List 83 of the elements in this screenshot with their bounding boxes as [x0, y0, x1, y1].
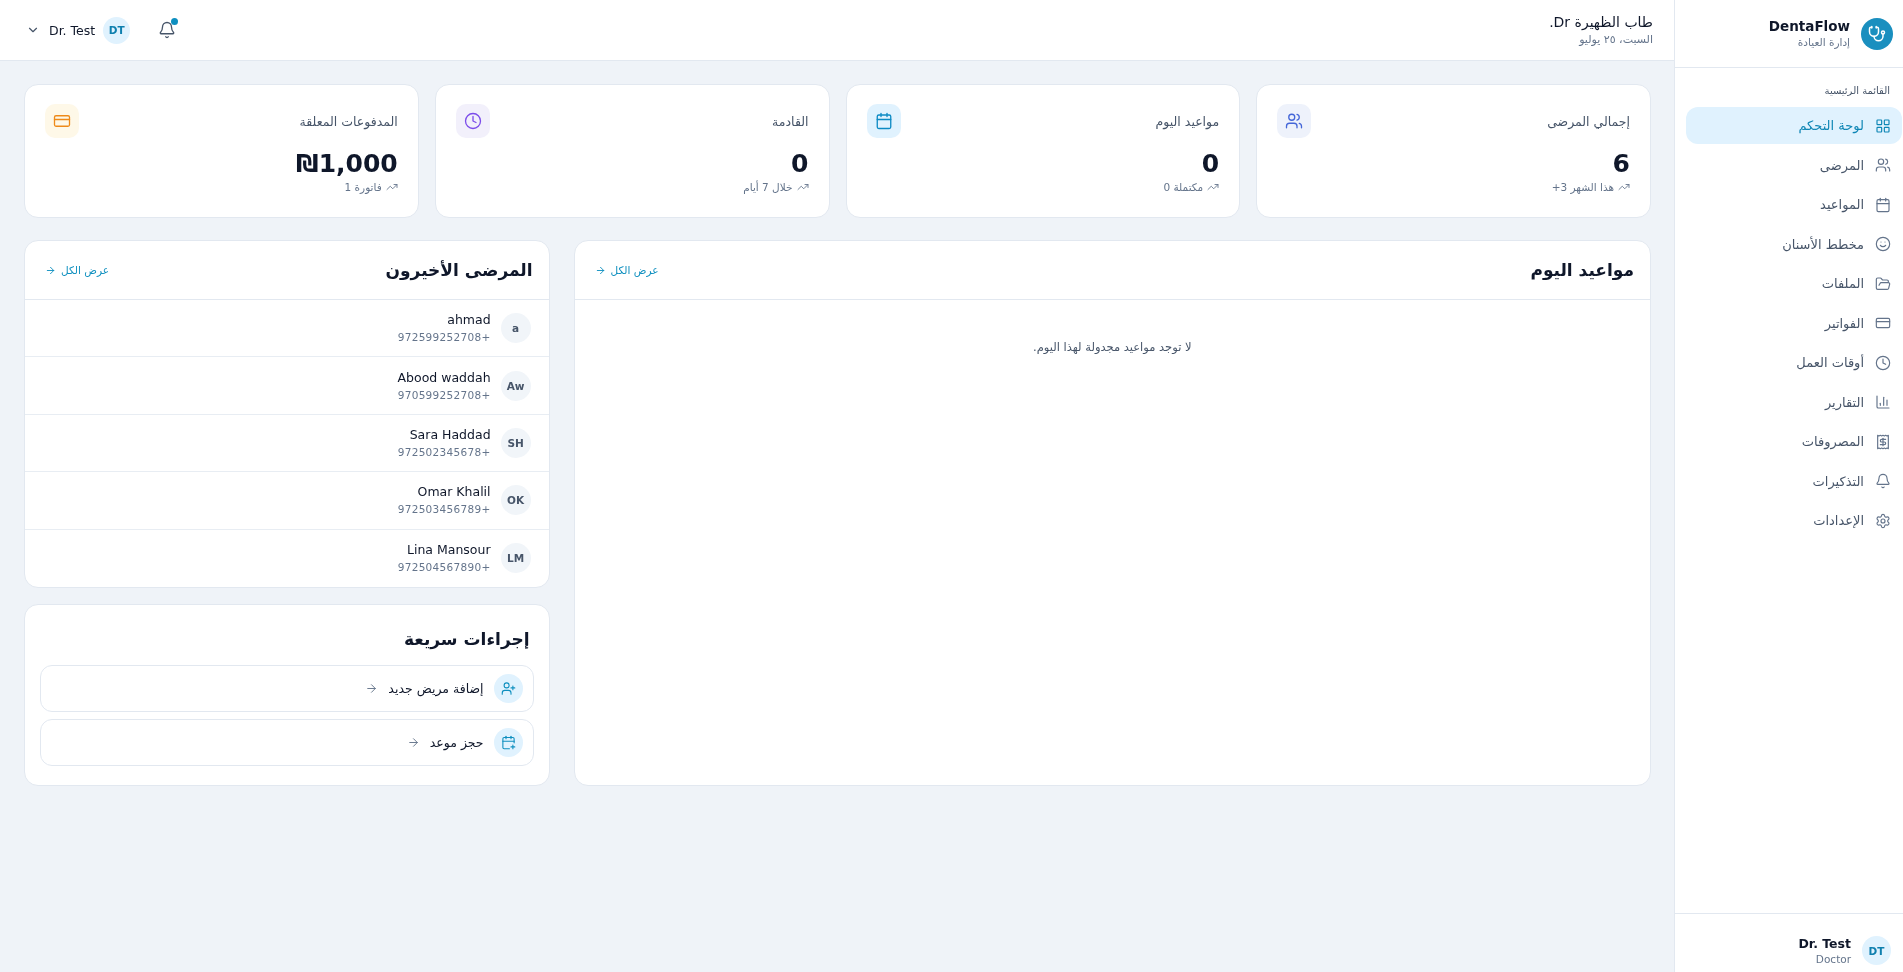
nav-item[interactable]: الفواتير [1686, 304, 1902, 342]
trend-up-icon [1207, 181, 1220, 193]
patient-name: ahmad [447, 312, 491, 329]
stat-value: ₪1,000 [295, 149, 398, 179]
stat-note: +3 هذا الشهر [1551, 181, 1614, 193]
user-plus-icon [493, 673, 523, 703]
bell-icon[interactable] [158, 21, 177, 39]
patient-avatar: Aw [500, 370, 531, 401]
patient-name: Sara Haddad [409, 426, 491, 443]
arrow-right-icon [45, 264, 56, 276]
nav-item[interactable]: التذكيرات [1686, 462, 1902, 500]
view-all-link[interactable]: عرض الكل [594, 264, 659, 276]
grid-icon [1875, 117, 1891, 134]
user-role: Doctor [1815, 952, 1851, 966]
trend-up-icon [796, 181, 809, 193]
bell-icon [1875, 473, 1891, 489]
arrow-right-icon [594, 264, 606, 276]
patient-phone: +970599252708 [397, 387, 491, 402]
greeting-title: طاب الظهيرة Dr. [1549, 13, 1653, 31]
empty-message: لا توجد مواعيد مجدولة لهذا اليوم. [1032, 339, 1193, 354]
nav-item[interactable]: المرضى [1686, 146, 1902, 184]
stat-label: مواعيد اليوم [1155, 113, 1220, 129]
nav-item[interactable]: المصروفات [1686, 423, 1902, 460]
patient-avatar: OK [500, 485, 531, 516]
calendar-icon [866, 104, 901, 138]
patient-avatar: SH [500, 427, 531, 458]
patient-avatar: LM [500, 543, 531, 574]
nav-item[interactable]: التقارير [1686, 383, 1902, 421]
panel-title: المرضى الأخيرون [385, 260, 533, 280]
user-avatar: DT [1862, 936, 1891, 965]
patient-name: Lina Mansour [407, 542, 491, 559]
stat-label: إجمالي المرضى [1547, 113, 1630, 129]
arrow-right-icon [406, 735, 420, 749]
stat-note: 1 فاتورة [344, 181, 382, 193]
user-avatar: DT [103, 16, 131, 44]
stat-value: 6 [1611, 149, 1630, 179]
brand-subtitle: إدارة العيادة [1797, 35, 1850, 49]
stethoscope-logo-icon [1861, 17, 1893, 50]
stat-label: المدفوعات المعلقة [299, 113, 398, 129]
clock-icon [455, 104, 490, 138]
patient-name: Abood waddah [397, 369, 491, 386]
nav-item[interactable]: الملفات [1686, 265, 1902, 302]
stat-note: 0 مكتملة [1163, 181, 1204, 193]
users-icon [1875, 157, 1891, 173]
arrow-right-icon [365, 681, 379, 695]
nav-item[interactable]: المواعيد [1686, 186, 1902, 223]
patient-name: Omar Khalil [417, 484, 491, 501]
card-icon [45, 104, 79, 138]
patient-phone: +972502345678 [397, 444, 491, 459]
trend-up-icon [1618, 181, 1630, 193]
quick-action-button[interactable]: حجز موعد [40, 718, 534, 766]
smile-icon [1875, 236, 1891, 252]
panel-title: مواعيد اليوم [1530, 260, 1634, 280]
patient-phone: +972599252708 [397, 330, 491, 345]
view-all-link[interactable]: عرض الكل [45, 264, 109, 276]
card-icon [1875, 315, 1891, 331]
stat-value: 0 [790, 149, 809, 179]
clock-icon [1875, 354, 1891, 371]
patient-avatar: a [500, 313, 531, 344]
section-heading: القائمة الرئيسية [1823, 84, 1891, 98]
user-menu-button[interactable]: Dr. Test [26, 22, 96, 38]
stat-note: خلال 7 أيام [743, 181, 793, 193]
users-icon [1277, 104, 1312, 138]
nav-item[interactable]: أوقات العمل [1686, 344, 1902, 381]
patient-phone: +972503456789 [397, 502, 491, 517]
quick-action-button[interactable]: إضافة مريض جديد [40, 664, 534, 712]
trend-up-icon [385, 181, 398, 193]
nav-item[interactable]: الإعدادات [1686, 502, 1902, 539]
calendar-icon [1875, 196, 1891, 213]
folder-icon [1875, 275, 1891, 292]
stat-label: القادمة [772, 113, 809, 129]
calendar-plus-icon [493, 727, 523, 757]
stat-value: 0 [1200, 149, 1220, 179]
date-text: السبت، ٢٥ يوليو [1579, 32, 1653, 47]
bar-chart-icon [1875, 394, 1891, 410]
nav-item[interactable]: مخطط الأسنان [1686, 225, 1902, 263]
nav-item[interactable]: لوحة التحكم [1686, 107, 1902, 144]
dollar-receipt-icon [1875, 433, 1891, 450]
settings-icon [1875, 512, 1891, 529]
user-name: Dr. Test [1798, 936, 1851, 952]
patient-phone: +972504567890 [397, 560, 491, 575]
brand-name: DentaFlow [1768, 18, 1850, 35]
panel-title: إجراءات سريعة [403, 627, 531, 651]
